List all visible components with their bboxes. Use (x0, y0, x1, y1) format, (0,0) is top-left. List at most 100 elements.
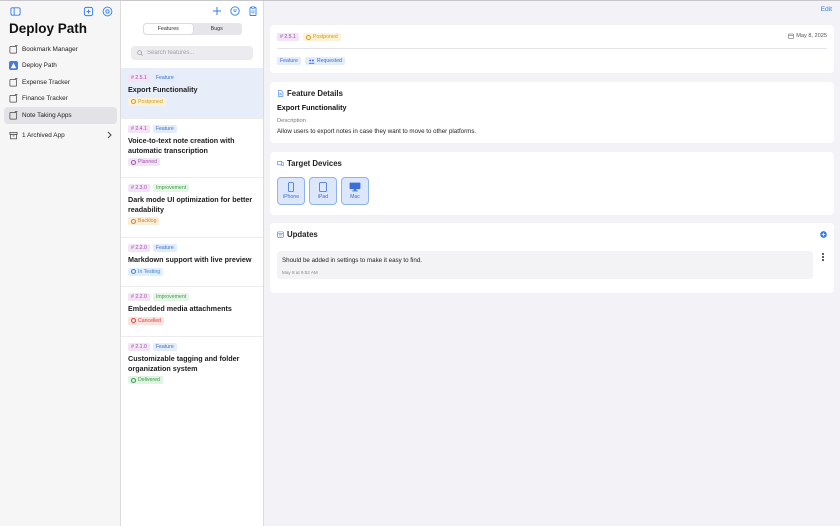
version-badge: # 2.5.1 (277, 33, 299, 41)
type-badge: Improvement (152, 293, 190, 301)
status-badge: Cancelled (128, 316, 165, 325)
status-check-icon (131, 377, 136, 383)
app-placeholder-icon (9, 110, 18, 120)
requested-badge: Requested (304, 57, 345, 65)
calendar-list-icon (277, 231, 284, 238)
created-date: May 8, 2025 (788, 33, 827, 39)
feature-title: Export Functionality (128, 85, 198, 94)
devices-icon (277, 161, 284, 167)
divider (277, 48, 827, 49)
calendar-icon (788, 33, 794, 39)
archived-label: 1 Archived App (22, 131, 65, 139)
sidebar-item-label: Expense Tracker (22, 78, 70, 86)
search-bar (131, 46, 253, 60)
type-badge: Feature (152, 244, 177, 252)
status-label: Postponed (312, 34, 338, 40)
version-badge: # 2.2.0 (128, 293, 150, 301)
feature-title: Markdown support with live preview (128, 255, 252, 264)
description-text: Allow users to export notes in case they… (277, 128, 477, 135)
sidebar-item-label: Finance Tracker (22, 95, 68, 103)
tab-features[interactable]: Features (144, 24, 193, 34)
device-mac[interactable]: Mac (341, 177, 369, 205)
type-badge: Feature (152, 343, 177, 351)
target-devices-heading: Target Devices (277, 159, 342, 168)
archive-box-icon (9, 131, 18, 140)
sidebar-item-label: Note Taking Apps (22, 111, 72, 119)
status-clock-icon (131, 269, 136, 274)
feature-detail-pane: Edit # 2.5.1 Postponed May 8, 2025 Featu… (264, 1, 840, 526)
sidebar-item-expense-tracker[interactable]: Expense Tracker (4, 74, 117, 91)
feature-title: Voice-to-text note creation with automat… (128, 136, 235, 155)
feature-title: Dark mode UI optimization for better rea… (128, 195, 253, 214)
status-label: Postponed (138, 98, 163, 105)
status-badge: Backlog (128, 217, 160, 225)
add-app-icon[interactable] (82, 5, 94, 17)
sidebar-item-finance-tracker[interactable]: Finance Tracker (4, 91, 117, 108)
feature-row[interactable]: # 2.2.0 Feature Markdown support with li… (121, 238, 263, 287)
version-badge: # 2.3.0 (128, 184, 150, 192)
status-clock-icon (131, 218, 136, 224)
status-clock-icon (305, 34, 311, 40)
feature-row[interactable]: # 2.3.0 Improvement Dark mode UI optimiz… (121, 178, 263, 238)
target-devices-card: Target Devices iPhone iPad Mac (270, 152, 834, 215)
sidebar-toggle-icon[interactable] (9, 5, 21, 17)
device-label: iPhone (282, 194, 300, 200)
requested-label: Requested (316, 58, 342, 64)
feature-row[interactable]: # 2.1.0 Feature Customizable tagging and… (121, 337, 263, 393)
archived-apps-row[interactable]: 1 Archived App (4, 127, 117, 143)
feature-row[interactable]: # 2.4.1 Feature Voice-to-text note creat… (121, 119, 263, 178)
device-label: Mac (350, 194, 360, 200)
update-text: Should be added in settings to make it e… (282, 257, 422, 264)
more-options-icon[interactable] (821, 253, 825, 261)
type-badge: Feature (152, 125, 177, 133)
search-input[interactable] (147, 50, 247, 56)
sidebar-item-note-taking-apps[interactable]: Note Taking Apps (4, 107, 117, 124)
status-clock-icon (131, 159, 136, 165)
version-badge: # 2.2.0 (128, 244, 150, 252)
version-badge: # 2.4.1 (128, 125, 150, 133)
updates-card: Updates Should be added in settings to m… (270, 223, 834, 293)
feature-title: Customizable tagging and folder organiza… (128, 354, 240, 373)
type-badge: Feature (152, 74, 177, 82)
sidebar-item-bookmark-manager[interactable]: Bookmark Manager (4, 41, 117, 58)
people-icon (308, 58, 315, 64)
status-badge: Postponed (128, 97, 166, 106)
feature-meta-card: # 2.5.1 Postponed May 8, 2025 Feature Re… (270, 25, 834, 73)
device-label: iPad (317, 194, 329, 200)
edit-button[interactable]: Edit (821, 6, 832, 13)
settings-gear-icon[interactable] (101, 5, 113, 17)
app-image-icon (9, 61, 18, 71)
chevron-right-icon (107, 131, 112, 139)
device-iphone[interactable]: iPhone (277, 177, 305, 205)
status-badge: Planned (128, 158, 161, 166)
ipad-icon (319, 182, 327, 192)
feature-details-card: Feature Details Export Functionality Des… (270, 82, 834, 143)
sidebar-item-deploy-path[interactable]: Deploy Path (4, 58, 117, 75)
app-placeholder-icon (9, 94, 18, 103)
tab-bugs[interactable]: Bugs (193, 24, 242, 34)
heading-label: Updates (287, 230, 318, 239)
status-clock-icon (131, 318, 136, 323)
clipboard-icon[interactable] (247, 5, 259, 17)
mac-icon (349, 182, 361, 192)
filter-icon[interactable] (229, 5, 241, 17)
feature-row[interactable]: # 2.5.1 Feature Export Functionality Pos… (121, 68, 263, 119)
add-update-icon[interactable] (820, 231, 827, 238)
feature-details-heading: Feature Details (277, 89, 343, 98)
date-label: May 8, 2025 (796, 33, 827, 39)
feature-row[interactable]: # 2.2.0 Improvement Embedded media attac… (121, 287, 263, 337)
feature-title: Embedded media attachments (128, 304, 232, 313)
status-label: Planned (138, 159, 158, 165)
status-label: Backlog (138, 218, 157, 224)
sidebar-title: Deploy Path (9, 21, 88, 36)
heading-label: Feature Details (287, 89, 343, 98)
sidebar: Deploy Path Bookmark Manager Deploy Path… (0, 1, 121, 526)
updates-heading: Updates (277, 230, 318, 239)
status-badge: Delivered (128, 376, 163, 384)
heading-label: Target Devices (287, 159, 342, 168)
device-ipad[interactable]: iPad (309, 177, 337, 205)
version-badge: # 2.5.1 (128, 74, 150, 82)
search-icon (137, 50, 143, 56)
description-label: Description (277, 118, 306, 124)
add-feature-icon[interactable] (211, 5, 223, 17)
